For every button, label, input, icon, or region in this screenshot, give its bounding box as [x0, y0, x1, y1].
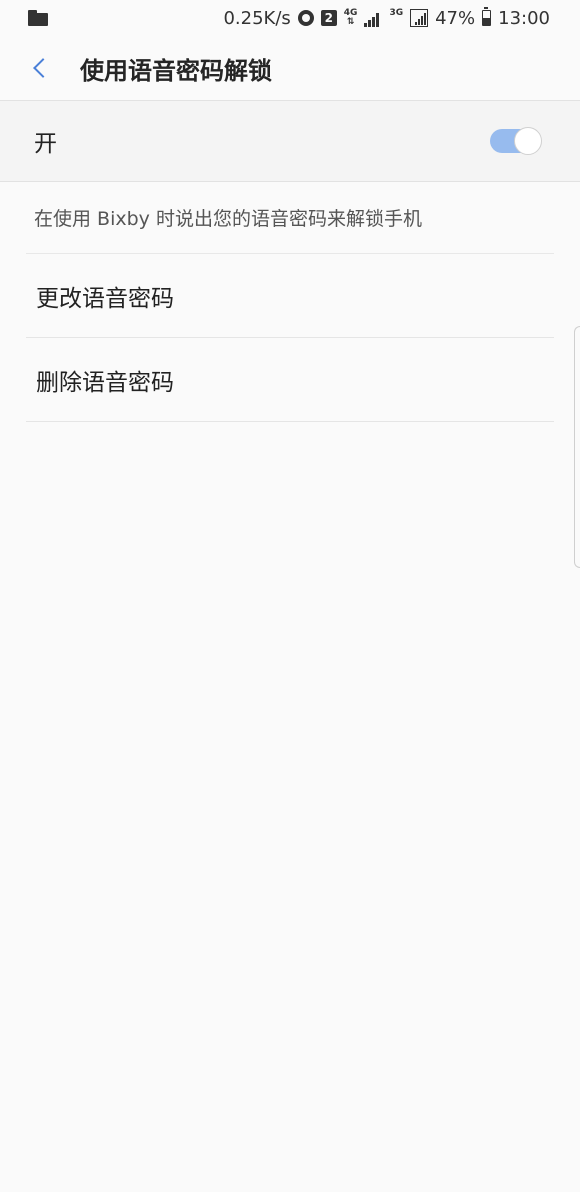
edge-panel-handle[interactable] — [574, 326, 580, 568]
network-type-4g: 4G ⇅ — [344, 9, 358, 27]
battery-icon — [482, 7, 492, 26]
delete-voice-password-item[interactable]: 删除语音密码 — [26, 338, 554, 422]
screen: 0.25K/s 2 4G ⇅ 3G 47% 13:00 使用语音密码解锁 开 在… — [0, 0, 580, 1192]
net-speed: 0.25K/s — [223, 7, 291, 29]
network-type-3g: 3G — [389, 9, 403, 27]
app-bar: 使用语音密码解锁 — [0, 36, 580, 100]
chevron-left-icon — [33, 58, 53, 78]
change-voice-password-item[interactable]: 更改语音密码 — [26, 254, 554, 338]
signal-box-icon — [410, 9, 429, 27]
folder-icon — [28, 10, 48, 26]
page-title: 使用语音密码解锁 — [80, 56, 272, 85]
back-button[interactable] — [20, 48, 60, 88]
data-arrows-icon: ⇅ — [346, 17, 355, 27]
master-switch-label: 开 — [34, 131, 57, 157]
master-toggle[interactable] — [490, 127, 542, 155]
master-switch-row[interactable]: 开 — [0, 100, 580, 182]
status-bar: 0.25K/s 2 4G ⇅ 3G 47% 13:00 — [0, 0, 580, 36]
sim-slot-icon: 2 — [320, 10, 337, 26]
signal-icon — [364, 9, 382, 27]
status-bar-left — [28, 10, 48, 26]
battery-percent: 47% — [435, 7, 476, 29]
network-type-3g-label: 3G — [389, 8, 404, 18]
description-text: 在使用 Bixby 时说出您的语音密码来解锁手机 — [26, 182, 554, 254]
clock: 13:00 — [498, 7, 550, 29]
toggle-knob — [514, 127, 542, 155]
status-bar-right: 0.25K/s 2 4G ⇅ 3G 47% 13:00 — [223, 7, 550, 29]
settings-list: 在使用 Bixby 时说出您的语音密码来解锁手机 更改语音密码 删除语音密码 — [26, 182, 554, 422]
alarm-icon — [297, 10, 314, 26]
